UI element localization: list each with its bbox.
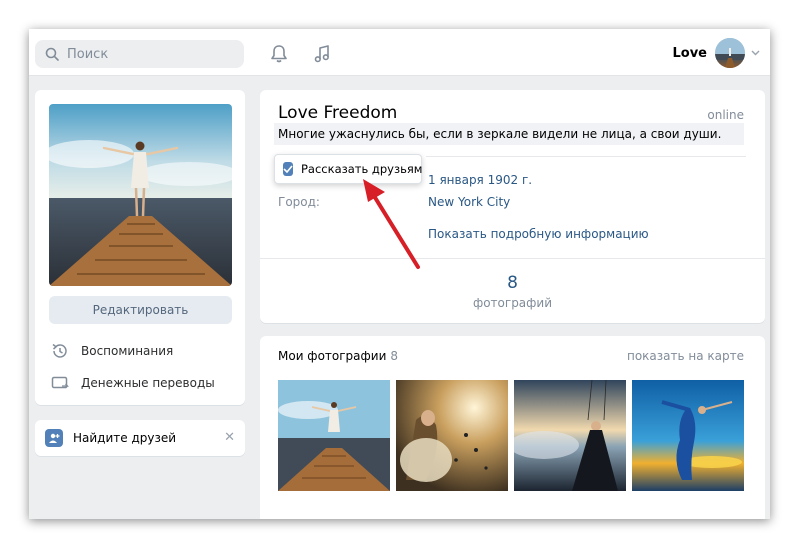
birthday-value[interactable]: 1 января 1902 г. (428, 173, 532, 187)
top-header: Поиск Love (29, 29, 770, 76)
search-icon (45, 47, 59, 61)
bell-icon[interactable] (268, 43, 290, 65)
menu-item-memories[interactable]: Воспоминания (51, 342, 173, 360)
menu-item-money-transfers[interactable]: Денежные переводы (51, 374, 215, 392)
menu-item-label: Воспоминания (81, 344, 174, 358)
show-on-map-link[interactable]: показать на карте (627, 349, 744, 363)
profile-photo-card: Редактировать Воспоминания Денежные пере… (35, 90, 245, 405)
photo-thumbnail[interactable] (278, 380, 390, 491)
search-box[interactable]: Поиск (35, 40, 244, 68)
add-friend-icon (45, 429, 63, 447)
search-placeholder: Поиск (67, 46, 109, 62)
chevron-down-icon (751, 50, 760, 56)
my-photos-label: Мои фотографии (278, 349, 387, 363)
music-icon[interactable] (311, 43, 333, 65)
photos-counter-number[interactable]: 8 (260, 273, 765, 293)
divider (260, 258, 765, 259)
tell-friends-checkbox[interactable] (283, 162, 293, 176)
avatar (715, 38, 745, 68)
my-photos-count: 8 (390, 349, 399, 363)
photos-counter-label[interactable]: фотографий (260, 296, 765, 310)
close-icon[interactable]: ✕ (224, 430, 235, 445)
photo-thumbnail[interactable] (396, 380, 508, 491)
photo-thumbnail[interactable] (514, 380, 626, 491)
tell-friends-label: Рассказать друзьям (301, 162, 423, 176)
find-friends-label: Найдите друзей (73, 431, 177, 445)
divider (426, 156, 746, 157)
online-status: online (707, 108, 744, 122)
edit-profile-button[interactable]: Редактировать (49, 296, 232, 324)
history-icon (51, 342, 69, 360)
profile-status-text[interactable]: Многие ужаснулись бы, если в зеркале вид… (274, 123, 744, 145)
profile-photo[interactable] (49, 104, 232, 286)
vk-window: Поиск Love Редактировать Воспоминания Де… (29, 29, 770, 519)
find-friends-card[interactable]: Найдите друзей ✕ (35, 420, 245, 456)
menu-item-label: Денежные переводы (81, 376, 215, 390)
my-photos-card: Мои фотографии 8 показать на карте (260, 336, 765, 519)
user-name: Love (672, 45, 707, 61)
city-value[interactable]: New York City (428, 195, 510, 209)
money-transfer-icon (51, 374, 69, 392)
show-more-info-link[interactable]: Показать подробную информацию (428, 227, 649, 241)
profile-info-card: Love Freedom online Многие ужаснулись бы… (260, 90, 765, 323)
photo-thumbnail[interactable] (632, 380, 744, 491)
tell-friends-popup[interactable]: Рассказать друзьям (274, 154, 422, 184)
city-label: Город: (278, 195, 320, 209)
profile-name: Love Freedom (278, 103, 398, 123)
my-photos-title[interactable]: Мои фотографии 8 (278, 349, 398, 363)
user-menu[interactable]: Love (672, 38, 760, 68)
